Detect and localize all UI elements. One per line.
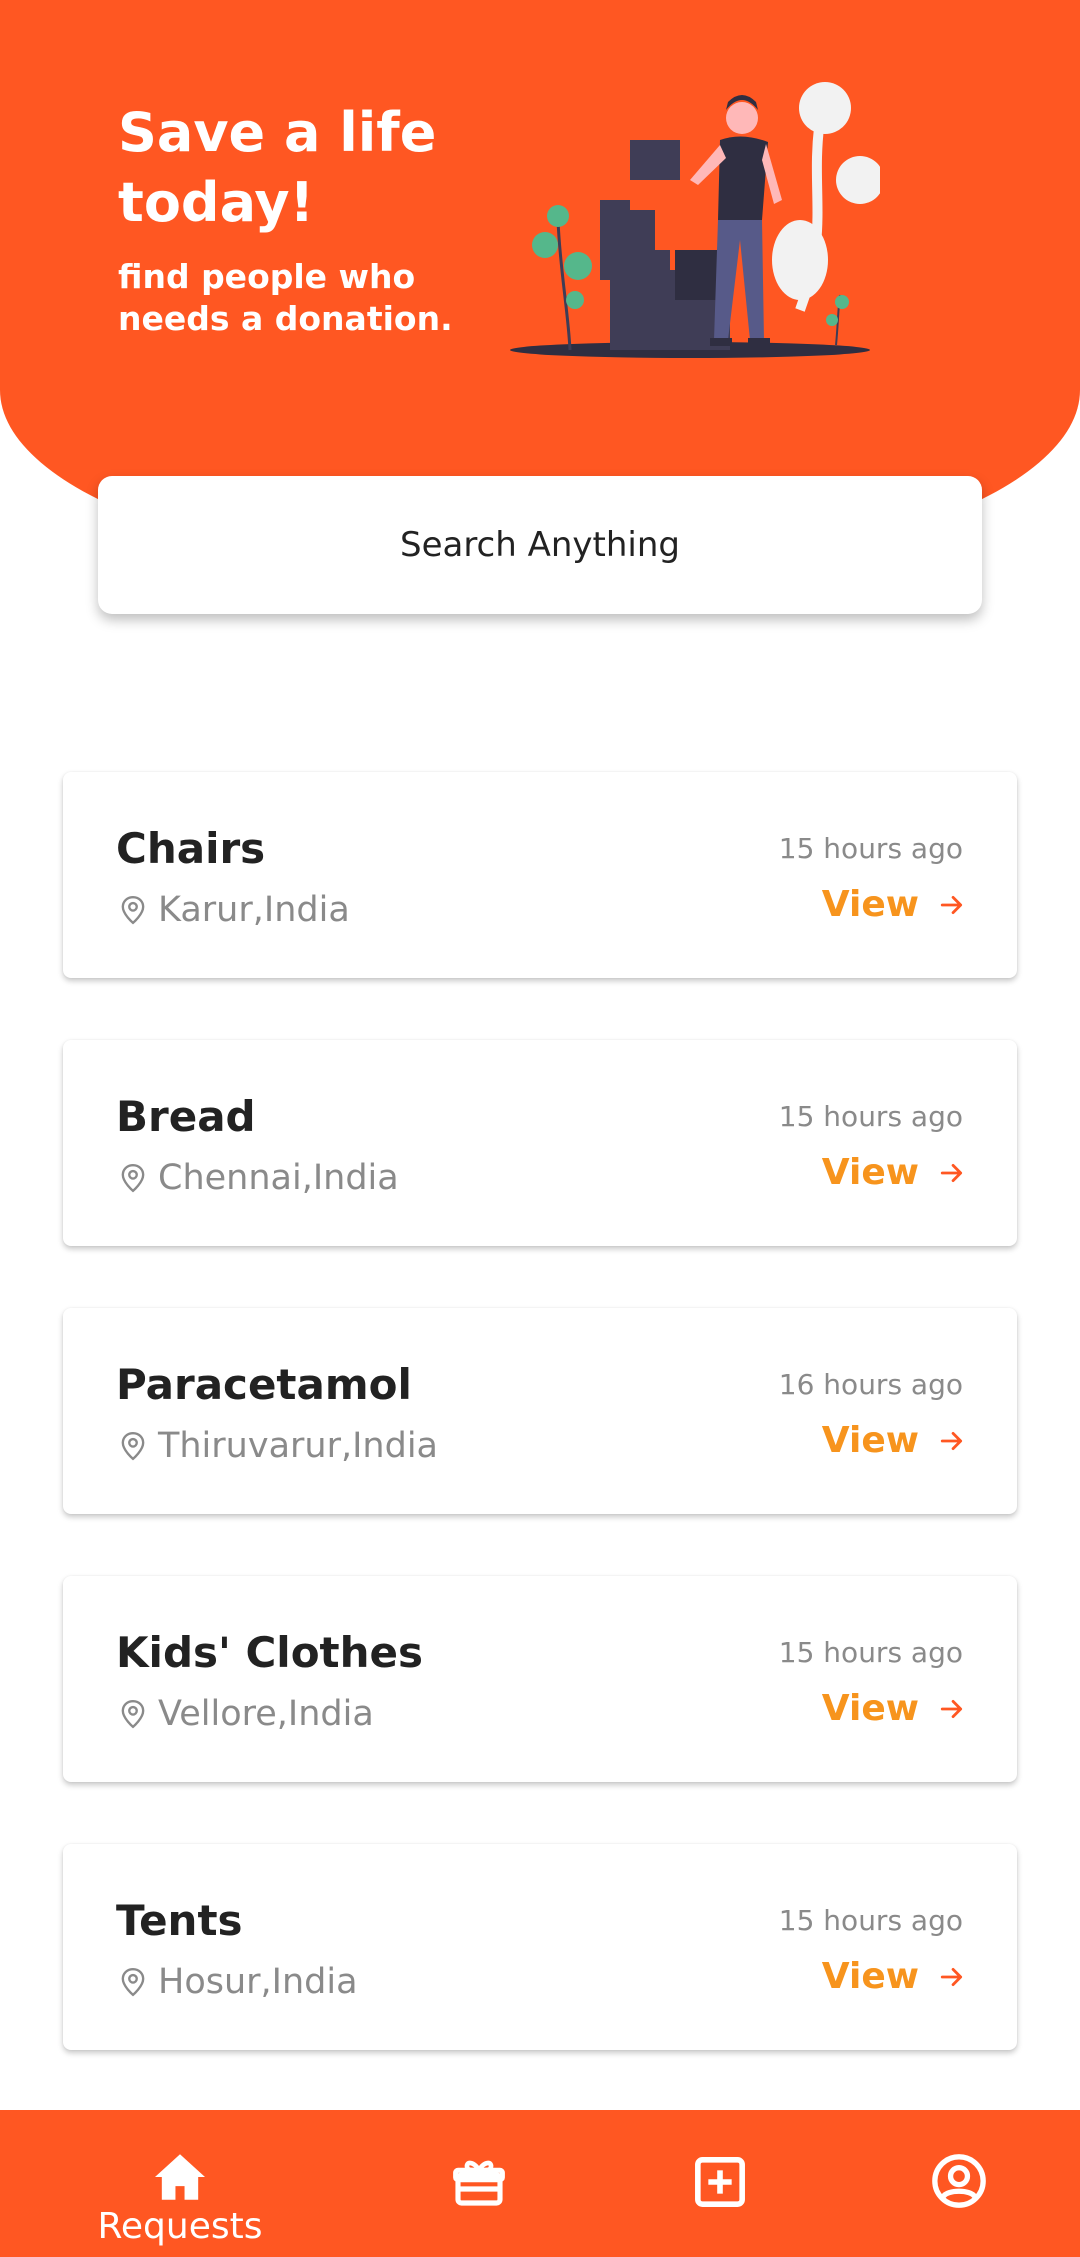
request-title: Paracetamol [116, 1360, 412, 1409]
location-pin-icon [121, 895, 145, 925]
request-location-label: Karur,India [158, 890, 350, 930]
arrow-right-icon [940, 1431, 963, 1450]
request-location-label: Vellore,India [158, 1694, 374, 1734]
request-location: Chennai,India [116, 1158, 399, 1198]
location-pin-icon [121, 1967, 145, 1997]
request-time: 15 hours ago [778, 1100, 963, 1133]
nav-label-requests: Requests [97, 2206, 263, 2247]
request-title: Chairs [116, 824, 266, 873]
location-pin-icon [121, 1431, 145, 1461]
arrow-right-icon [940, 1967, 963, 1986]
view-label: View [821, 1956, 919, 1997]
view-button[interactable]: View [822, 884, 965, 925]
nav-item-profile[interactable] [930, 2152, 988, 2210]
view-label: View [821, 1152, 919, 1193]
request-card[interactable]: Bread Chennai,India 15 hours ago View [63, 1040, 1017, 1246]
view-button[interactable]: View [822, 1688, 965, 1729]
home-icon [155, 2154, 205, 2200]
request-location-label: Hosur,India [158, 1962, 358, 2002]
request-location: Thiruvarur,India [116, 1426, 438, 1466]
request-location: Vellore,India [116, 1694, 374, 1734]
nav-item-requests[interactable]: Requests [80, 2152, 280, 2247]
view-label: View [821, 1420, 919, 1461]
request-card[interactable]: Chairs Karur,India 15 hours ago View [63, 772, 1017, 978]
request-title: Kids' Clothes [116, 1628, 424, 1677]
request-location: Hosur,India [116, 1962, 358, 2002]
location-pin-icon [121, 1699, 145, 1729]
request-time: 15 hours ago [778, 832, 963, 865]
request-time: 15 hours ago [778, 1636, 963, 1669]
request-time: 16 hours ago [778, 1368, 963, 1401]
view-button[interactable]: View [822, 1956, 965, 1997]
request-card[interactable]: Tents Hosur,India 15 hours ago View [63, 1844, 1017, 2050]
arrow-right-icon [940, 1163, 963, 1182]
nav-item-add[interactable] [692, 2154, 748, 2210]
bottom-nav: Requests [0, 2110, 1080, 2257]
search-input[interactable]: Search Anything [98, 476, 982, 614]
hero-title: Save a life today! [118, 101, 437, 234]
arrow-right-icon [940, 895, 963, 914]
nav-item-donations[interactable] [450, 2154, 508, 2210]
request-title: Bread [116, 1092, 256, 1141]
user-circle-icon [932, 2154, 986, 2208]
location-pin-icon [121, 1163, 145, 1193]
request-location: Karur,India [116, 890, 350, 930]
request-location-label: Chennai,India [158, 1158, 399, 1198]
view-label: View [821, 884, 919, 925]
gift-icon [453, 2160, 505, 2206]
request-title: Tents [116, 1896, 243, 1945]
arrow-right-icon [940, 1699, 963, 1718]
view-label: View [821, 1688, 919, 1729]
request-time: 15 hours ago [778, 1904, 963, 1937]
request-card[interactable]: Kids' Clothes Vellore,India 15 hours ago… [63, 1576, 1017, 1782]
boxes-person-illustration [510, 82, 880, 358]
request-location-label: Thiruvarur,India [158, 1426, 438, 1466]
plus-square-icon [695, 2157, 745, 2207]
request-card[interactable]: Paracetamol Thiruvarur,India 16 hours ag… [63, 1308, 1017, 1514]
hero-subtitle: find people who needs a donation. [118, 257, 453, 338]
view-button[interactable]: View [822, 1152, 965, 1193]
view-button[interactable]: View [822, 1420, 965, 1461]
